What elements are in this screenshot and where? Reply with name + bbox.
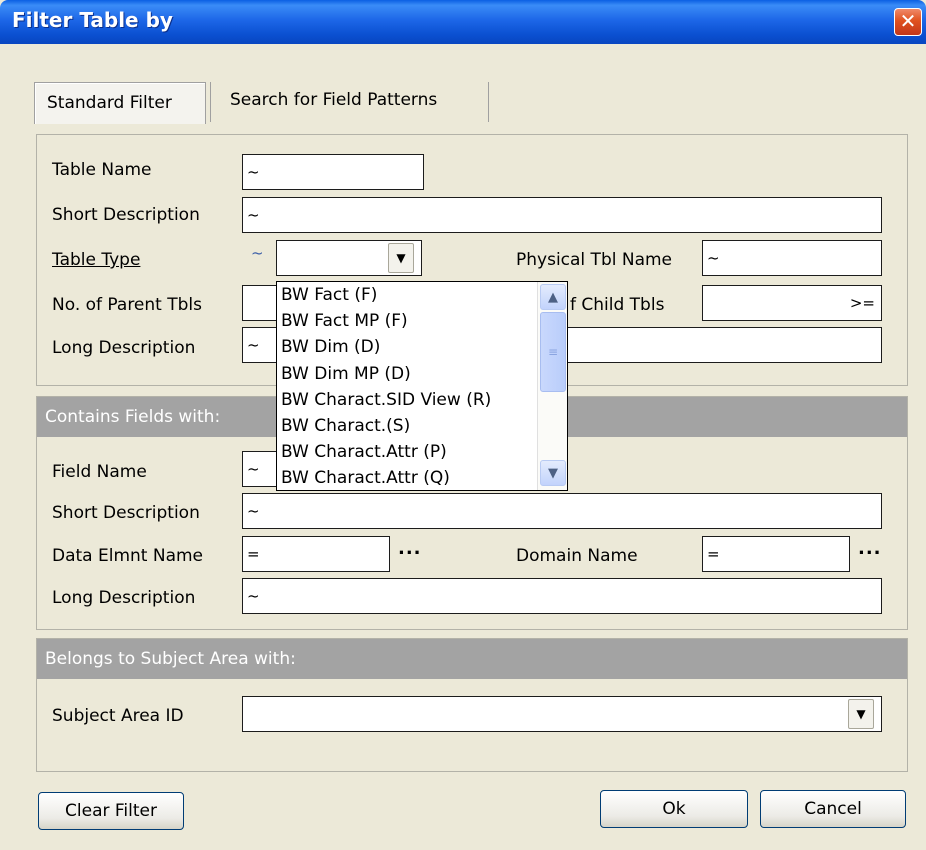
clear-filter-button[interactable]: Clear Filter (38, 792, 184, 830)
parent-tbls-label: No. of Parent Tbls (52, 295, 202, 315)
tab-divider (210, 82, 211, 122)
field-long-description-label: Long Description (52, 588, 196, 608)
child-tbls-input[interactable]: >= (702, 285, 882, 321)
field-short-description-label: Short Description (52, 503, 200, 523)
table-type-option[interactable]: BW Fact (F) (277, 282, 567, 308)
scroll-down-icon[interactable]: ▼ (540, 460, 566, 486)
table-type-dropdown-list[interactable]: BW Fact (F) BW Fact MP (F) BW Dim (D) BW Di… (276, 281, 568, 491)
window-title: Filter Table by (12, 8, 173, 32)
data-elmnt-name-input[interactable]: = (242, 536, 390, 572)
table-type-options: BW Fact (F) BW Fact MP (F) BW Dim (D) BW Di… (277, 282, 567, 490)
table-type-operator[interactable]: ~ (251, 244, 264, 262)
short-description-input[interactable]: ~ (242, 197, 882, 233)
physical-tbl-name-input[interactable]: ~ (702, 240, 882, 276)
long-description-label: Long Description (52, 338, 196, 358)
ok-button[interactable]: Ok (600, 790, 748, 828)
field-short-description-input[interactable]: ~ (242, 493, 882, 529)
domain-name-label: Domain Name (516, 546, 638, 566)
chevron-down-icon[interactable]: ▼ (848, 699, 874, 729)
table-type-option[interactable]: BW Fact MP (F) (277, 308, 567, 334)
chevron-down-icon[interactable]: ▼ (388, 243, 414, 273)
table-type-option[interactable]: BW Charact.SID View (R) (277, 387, 567, 413)
subject-section-header: Belongs to Subject Area with: (37, 639, 907, 679)
short-description-label: Short Description (52, 205, 200, 225)
table-type-option[interactable]: BW Charact.(S) (277, 413, 567, 439)
tab-divider (488, 82, 489, 122)
table-type-option[interactable]: BW Dim MP (D) (277, 361, 567, 387)
field-long-description-input[interactable]: ~ (242, 578, 882, 614)
subject-area-id-label: Subject Area ID (52, 706, 184, 726)
table-name-input[interactable]: ~ (242, 154, 424, 190)
domain-name-input[interactable]: = (702, 536, 850, 572)
table-type-option[interactable]: BW Charact.Attr (P) (277, 439, 567, 465)
table-type-option[interactable]: BW Charact.Attr (Q) (277, 465, 567, 490)
data-elmnt-name-label: Data Elmnt Name (52, 546, 204, 566)
child-tbls-label: f Child Tbls (570, 295, 665, 315)
close-icon[interactable]: ✕ (894, 8, 922, 36)
subject-area-id-select[interactable] (242, 696, 882, 732)
physical-tbl-name-label: Physical Tbl Name (516, 250, 673, 270)
scroll-up-icon[interactable]: ▲ (540, 284, 566, 310)
field-name-label: Field Name (52, 462, 147, 482)
table-type-option[interactable]: BW Dim (D) (277, 334, 567, 360)
data-elmnt-lookup-button[interactable]: ... (398, 538, 422, 559)
tab-search-field-patterns[interactable]: Search for Field Patterns (218, 80, 488, 122)
cancel-button[interactable]: Cancel (760, 790, 906, 828)
tab-standard-filter[interactable]: Standard Filter (34, 82, 206, 124)
dropdown-scrollbar[interactable]: ▲ ≡ ▼ (537, 282, 567, 490)
title-bar: Filter Table by ✕ (0, 0, 926, 44)
table-type-label[interactable]: Table Type (52, 250, 140, 270)
domain-lookup-button[interactable]: ... (858, 538, 882, 559)
table-name-label: Table Name (52, 160, 152, 180)
scroll-thumb[interactable]: ≡ (540, 312, 566, 392)
